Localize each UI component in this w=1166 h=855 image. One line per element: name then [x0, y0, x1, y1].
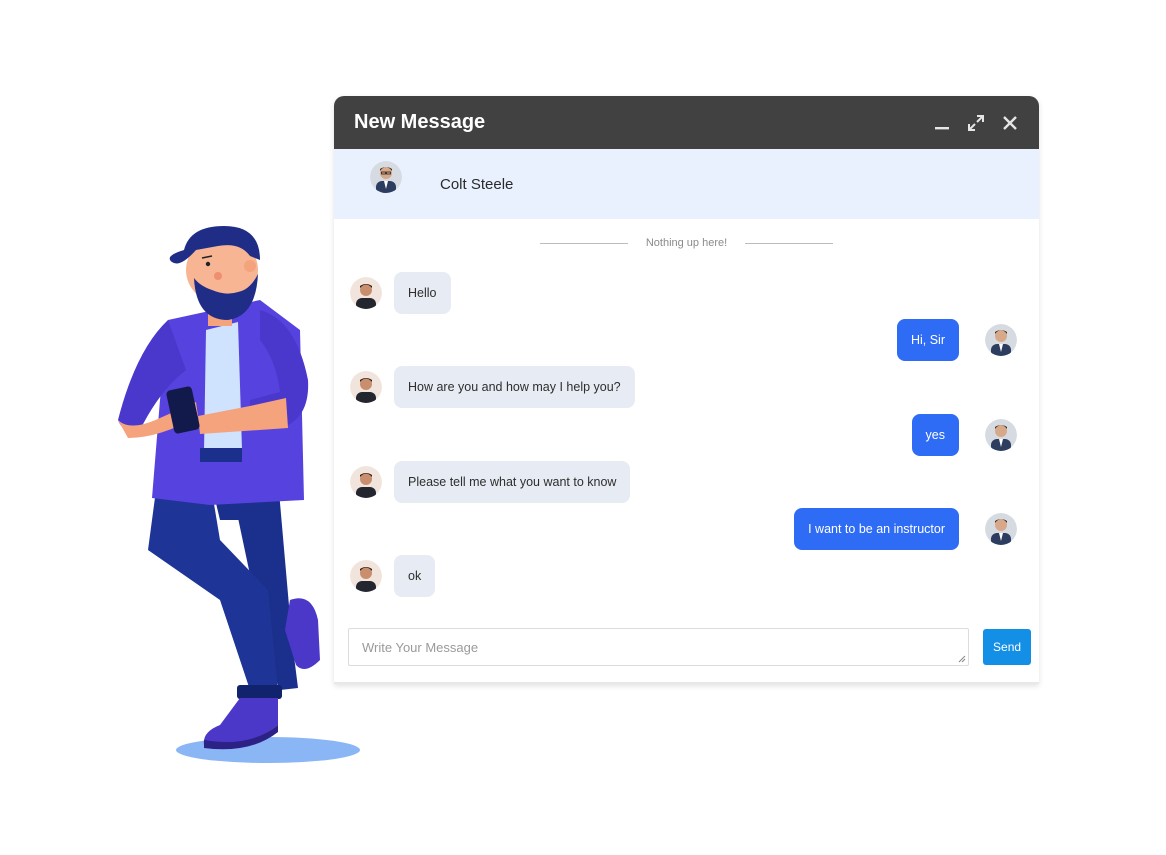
user-avatar — [985, 324, 1017, 356]
message-bubble: Please tell me what you want to know — [394, 461, 631, 503]
message-bubble: How are you and how may I help you? — [394, 366, 635, 408]
message-input[interactable]: Write Your Message — [348, 628, 970, 666]
sender-avatar — [350, 466, 382, 498]
minimize-icon[interactable] — [933, 114, 951, 132]
divider-line — [539, 242, 628, 244]
message-bubble: Hello — [394, 272, 451, 314]
resize-handle-icon[interactable] — [958, 655, 966, 663]
user-avatar — [985, 513, 1017, 545]
message-incoming: ok — [350, 555, 436, 597]
divider-line — [745, 242, 834, 244]
contact-header: Colt Steele — [334, 149, 1039, 219]
sender-avatar — [350, 560, 382, 592]
close-icon[interactable] — [1001, 114, 1019, 132]
message-composer: Write Your Message Send — [348, 628, 1031, 666]
message-input-placeholder: Write Your Message — [362, 639, 479, 655]
window-bottom-border — [334, 682, 1039, 684]
chat-window: New Message Colt Steele Nothing up here! — [334, 96, 1039, 684]
divider-text: Nothing up here! — [645, 237, 728, 249]
send-button[interactable]: Send — [983, 629, 1031, 665]
person-illustration — [118, 226, 360, 763]
message-incoming: Please tell me what you want to know — [350, 461, 631, 503]
contact-name: Colt Steele — [440, 175, 514, 193]
message-bubble: yes — [911, 414, 959, 456]
sender-avatar — [350, 277, 382, 309]
empty-divider: Nothing up here! — [334, 237, 1039, 249]
message-bubble: Hi, Sir — [896, 319, 959, 361]
message-list: Nothing up here! Hello Hi, Sir How are y… — [334, 219, 1039, 624]
message-outgoing: I want to be an instructor — [794, 508, 1017, 550]
user-avatar — [985, 419, 1017, 451]
titlebar: New Message — [334, 96, 1039, 149]
message-outgoing: Hi, Sir — [896, 319, 1017, 361]
contact-avatar — [370, 161, 402, 193]
expand-icon[interactable] — [967, 114, 985, 132]
message-outgoing: yes — [911, 414, 1017, 456]
sender-avatar — [350, 371, 382, 403]
window-title: New Message — [354, 111, 486, 133]
message-incoming: Hello — [350, 272, 451, 314]
message-bubble: I want to be an instructor — [794, 508, 959, 550]
message-incoming: How are you and how may I help you? — [350, 366, 635, 408]
message-bubble: ok — [394, 555, 436, 597]
